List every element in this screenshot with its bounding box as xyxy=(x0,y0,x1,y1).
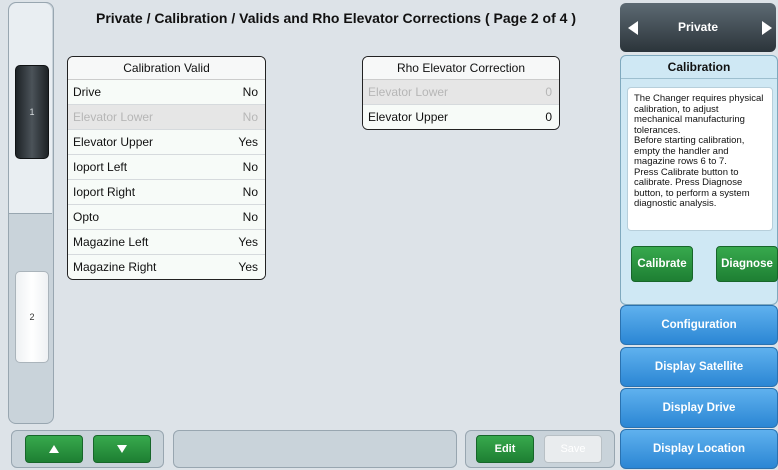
calibration-info-panel: Calibration The Changer requires physica… xyxy=(620,55,778,305)
calibration-valid-row-value: No xyxy=(242,185,258,199)
previous-arrow-icon[interactable] xyxy=(628,21,638,35)
scroll-up-button[interactable] xyxy=(25,435,83,463)
calibration-valid-row-value: Yes xyxy=(238,135,258,149)
rho-elevator-correction-panel: Rho Elevator Correction Elevator Lower 0 E… xyxy=(362,56,560,130)
calibration-valid-row-label: Ioport Right xyxy=(73,185,136,199)
calibration-info-title: Calibration xyxy=(621,56,777,79)
calibration-valid-panel: Calibration Valid Drive No Elevator Lower N… xyxy=(67,56,266,280)
calibration-valid-row-label: Elevator Upper xyxy=(73,135,154,149)
scroll-down-button[interactable] xyxy=(93,435,151,463)
down-triangle-icon xyxy=(117,445,127,454)
private-nav-header: Private xyxy=(620,3,776,52)
calibration-valid-row-label: Magazine Right xyxy=(73,260,157,274)
calibration-valid-row[interactable]: Magazine Right Yes xyxy=(68,255,265,279)
status-message-area xyxy=(173,430,457,468)
configuration-button[interactable]: Configuration xyxy=(620,305,778,345)
edit-button-group: Edit Save xyxy=(465,430,615,468)
calibration-valid-row[interactable]: Ioport Left No xyxy=(68,155,265,180)
calibration-valid-row[interactable]: Elevator Upper Yes xyxy=(68,130,265,155)
calibration-valid-row-value: No xyxy=(242,160,258,174)
next-arrow-icon[interactable] xyxy=(762,21,772,35)
calibration-valid-row-label: Magazine Left xyxy=(73,235,149,249)
calibration-valid-row-value: No xyxy=(242,85,258,99)
calibration-valid-row-value: Yes xyxy=(238,260,258,274)
display-location-button[interactable]: Display Location xyxy=(620,429,778,469)
calibration-info-text: The Changer requires physical calibratio… xyxy=(627,87,773,231)
calibration-valid-row-value: No xyxy=(242,110,258,124)
calibration-valid-row-value: No xyxy=(242,210,258,224)
calibration-valid-row[interactable]: Opto No xyxy=(68,205,265,230)
calibration-valid-row[interactable]: Magazine Left Yes xyxy=(68,230,265,255)
calibration-valid-title: Calibration Valid xyxy=(68,57,265,80)
calibration-valid-row-label: Elevator Lower xyxy=(73,110,154,124)
rho-correction-row-label: Elevator Lower xyxy=(368,85,449,99)
diagnose-button[interactable]: Diagnose xyxy=(716,246,778,282)
calibration-valid-row[interactable]: Drive No xyxy=(68,80,265,105)
navigation-button-group xyxy=(11,430,164,468)
calibration-valid-row[interactable]: Ioport Right No xyxy=(68,180,265,205)
up-triangle-icon xyxy=(49,445,59,454)
rho-correction-row-value: 0 xyxy=(545,110,552,124)
rho-correction-row: Elevator Lower 0 xyxy=(363,80,559,105)
calibration-valid-row-label: Opto xyxy=(73,210,100,224)
rho-elevator-correction-title: Rho Elevator Correction xyxy=(363,57,559,80)
page-1-button[interactable]: 1 xyxy=(15,65,49,159)
nav-title: Private xyxy=(677,20,719,34)
save-button[interactable]: Save xyxy=(544,435,602,463)
page-title: Private / Calibration / Valids and Rho E… xyxy=(95,10,576,26)
calibrate-button[interactable]: Calibrate xyxy=(631,246,693,282)
calibration-valid-row: Elevator Lower No xyxy=(68,105,265,130)
display-drive-button[interactable]: Display Drive xyxy=(620,388,778,428)
right-sidebar: Private Calibration The Changer requires… xyxy=(619,0,778,470)
calibration-valid-row-value: Yes xyxy=(238,235,258,249)
calibration-valid-row-label: Ioport Left xyxy=(73,160,128,174)
calibration-valid-row-label: Drive xyxy=(73,85,102,99)
page-2-button[interactable]: 2 xyxy=(15,271,49,363)
rho-correction-row[interactable]: Elevator Upper 0 xyxy=(363,105,559,129)
page-tab-rail: 1 2 xyxy=(8,2,54,424)
rho-correction-row-value: 0 xyxy=(545,85,552,99)
display-satellite-button[interactable]: Display Satellite xyxy=(620,347,778,387)
edit-button[interactable]: Edit xyxy=(476,435,534,463)
rho-correction-row-label: Elevator Upper xyxy=(368,110,449,124)
